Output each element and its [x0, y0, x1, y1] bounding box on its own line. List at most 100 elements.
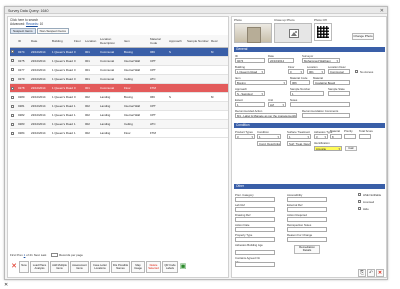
drawing-ref-field[interactable] [235, 217, 275, 222]
unit-select[interactable]: LM [268, 102, 286, 107]
surveyor-select[interactable]: Mohammed Wahbani [302, 58, 340, 63]
assessment-items-button[interactable]: Assessment Items [70, 261, 89, 273]
column-header[interactable]: Date [30, 35, 51, 48]
column-header[interactable]: Item [123, 35, 149, 48]
table-row[interactable]: 0283 22/10/2014 1 Queen's Road 1 002 Landing C… [10, 119, 228, 130]
table-row[interactable]: 0279 22/10/2014 1 Queen's Road 0 001 Communal… [10, 74, 228, 84]
identification-select[interactable]: Amosite [314, 146, 342, 151]
row-checkbox[interactable] [11, 123, 14, 127]
column-header[interactable]: Floor [73, 35, 84, 48]
change-photo-button[interactable]: Change Photo [352, 33, 374, 40]
remediation-details-button[interactable]: Remediation Details [294, 245, 320, 254]
reinspection-notes-field[interactable] [287, 227, 327, 232]
condition-description-field[interactable]: Cond. Description [257, 141, 281, 146]
row-checkbox[interactable] [11, 68, 14, 72]
column-header[interactable]: Location Description [99, 35, 123, 48]
case-letter-locations-button[interactable]: Case Letter Locations [90, 261, 110, 273]
sample-state-field[interactable] [328, 91, 350, 96]
row-checkbox[interactable] [11, 113, 14, 117]
accessibility-field[interactable] [287, 197, 327, 202]
extent-field[interactable]: 1 [235, 102, 265, 107]
column-header[interactable]: Material Code [149, 35, 168, 48]
date-field[interactable]: 22/10/2014 [268, 58, 294, 63]
property-type-field[interactable] [235, 237, 275, 242]
lab-ref-field[interactable] [235, 207, 275, 212]
calc-button[interactable]: Calc [345, 146, 357, 151]
table-row[interactable]: 0275 22/10/2014 1 Queen's Road 0 001 Communal… [10, 56, 228, 66]
save-icon[interactable]: ⎘ [358, 269, 366, 277]
table-row[interactable]: 0274 22/10/2014 1 Queen's Road 0 001 Communal… [10, 47, 228, 57]
section-other[interactable]: Other [234, 184, 385, 189]
action-required-field[interactable] [287, 217, 327, 222]
tab-non-suspect-items[interactable]: Non-Suspect Items [36, 28, 69, 34]
row-checkbox[interactable] [11, 95, 14, 99]
section-general[interactable]: General [234, 47, 385, 52]
row-checkbox[interactable] [11, 86, 14, 90]
row-checkbox[interactable] [11, 59, 14, 63]
action-date-field[interactable] [235, 227, 275, 232]
licensed-checkbox[interactable] [358, 200, 361, 203]
undo-icon[interactable]: ↶ [367, 269, 375, 277]
asbestos-type-select[interactable]: 3 [314, 134, 328, 139]
table-row[interactable]: 0280 22/10/2014 1 Queen's Road 0 002 Landing B… [10, 92, 228, 103]
table-row[interactable]: 0284 22/10/2014 1 Queen's Road 1 002 Landing F… [10, 128, 228, 139]
external-ref-field[interactable] [287, 207, 327, 212]
no-access-checkbox[interactable] [355, 70, 358, 73]
location-desc-field[interactable]: Communal [328, 69, 350, 74]
table-row[interactable]: 0278 22/10/2014 1 Queen's Road 0 001 Communal… [10, 83, 228, 93]
column-header[interactable] [10, 35, 17, 48]
priority-category-field[interactable] [235, 197, 275, 202]
closeup-photo[interactable] [274, 23, 312, 43]
load-plans-button[interactable]: Load Plans Analysis [30, 261, 49, 273]
map-usage-button[interactable]: Map Usage [131, 261, 145, 273]
table-row[interactable]: 0277 22/10/2014 1 Queen's Road 0 001 Communal… [10, 65, 228, 75]
product-types-select[interactable]: 3 [235, 134, 255, 139]
location-select[interactable]: 001 [307, 69, 325, 74]
pager-first-prev[interactable]: First Prev [10, 253, 24, 257]
surface-treatment-select[interactable]: 1 [287, 134, 311, 139]
asbestos-building-age-field[interactable] [235, 250, 275, 255]
surface-description-field[interactable]: Surf. Treat. Description [287, 141, 311, 146]
sample-number-field[interactable]: 1 [290, 91, 324, 96]
material-code-field[interactable]: 066 [290, 80, 310, 85]
table-row[interactable]: 0281 22/10/2014 1 Queen's Road 1 002 Landing I… [10, 101, 228, 112]
floor-select[interactable]: 0 [288, 69, 304, 74]
delete-icon[interactable]: ✕ [376, 269, 384, 277]
contains-agreed-field[interactable] [235, 262, 275, 267]
reason-for-change-field[interactable] [287, 237, 327, 242]
building-select[interactable]: 1 Queen's Road [235, 69, 265, 74]
new-button[interactable]: New [19, 261, 29, 273]
approach-select[interactable]: S - Sampled [235, 91, 265, 96]
condition-select[interactable]: 1 [257, 134, 281, 139]
close-icon[interactable]: ✕ [380, 8, 384, 14]
material-field[interactable]: Insulating Board [313, 80, 350, 85]
recommendation-comments-field[interactable] [302, 113, 350, 118]
section-condition[interactable]: Condition [234, 123, 385, 128]
row-checkbox[interactable] [11, 132, 14, 136]
item-photo[interactable] [234, 23, 272, 43]
add-multiple-items-button[interactable]: Add Multiple Items [50, 261, 69, 273]
dismiss-icon[interactable]: ✕ [4, 282, 8, 288]
per-page-select[interactable] [51, 253, 59, 258]
pager-next-last[interactable]: Next Last [34, 253, 47, 257]
row-checkbox[interactable] [11, 50, 14, 54]
tab-suspect-items[interactable]: Suspect Items [10, 28, 36, 34]
export-icon[interactable]: ▣ [179, 263, 187, 271]
recommended-action-select[interactable]: M1 - Label & Manage as per the managemen… [235, 113, 297, 118]
qr-code-labels-button[interactable]: QR Code Labels [162, 261, 178, 273]
row-checkbox[interactable] [11, 77, 14, 81]
delete-selected-button[interactable]: Delete Selected [146, 261, 161, 273]
row-checkbox[interactable] [11, 104, 14, 108]
records-link[interactable]: Records [26, 22, 38, 26]
close-x-icon[interactable]: ✕ [10, 263, 18, 271]
id-field[interactable]: 0274 [235, 58, 265, 63]
hide-checkbox[interactable] [358, 207, 361, 210]
item-select[interactable]: Boxing [235, 80, 287, 85]
column-header[interactable]: Location [84, 35, 99, 48]
notes-field[interactable] [290, 102, 350, 107]
column-header[interactable]: Approach [168, 35, 186, 48]
file-possible-names-button[interactable]: File Possible Names [111, 261, 130, 273]
column-header[interactable]: ID [17, 35, 30, 48]
table-row[interactable]: 0282 22/10/2014 1 Queen's Road 1 002 Landing I… [10, 110, 228, 121]
column-header[interactable]: Sample Number [186, 35, 210, 48]
